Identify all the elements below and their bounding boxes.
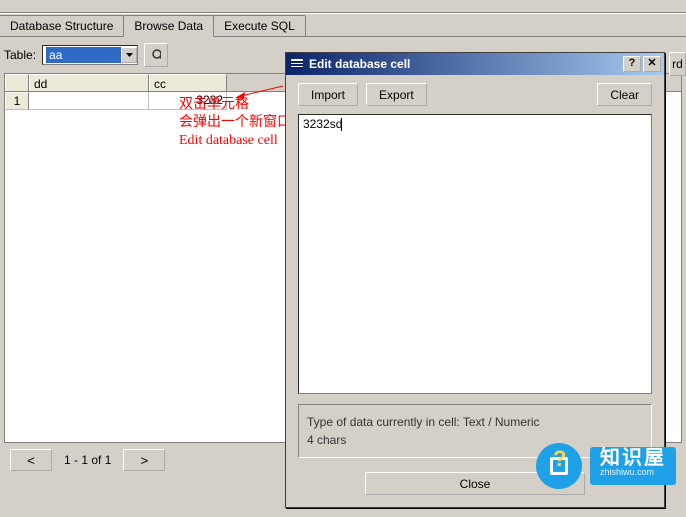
annotation-line-1: 双击单元格 [179,96,291,114]
import-button[interactable]: Import [298,83,358,106]
search-icon [151,48,161,62]
logo-en: zhishiwu.com [600,465,666,479]
grid-row-number: 1 [5,92,29,110]
cell-editor-content: 3232sd [303,117,342,131]
annotation-text: 双击单元格 会弹出一个新窗口 Edit database cell [179,96,291,150]
dialog-toolbar: Import Export Clear [286,75,664,114]
dialog-titlebar[interactable]: Edit database cell ? ✕ [286,53,664,75]
cell-editor[interactable]: 3232sd [298,114,652,394]
pager-prev-button[interactable]: < [10,449,52,471]
text-caret [341,118,342,131]
pager-info: 1 - 1 of 1 [58,453,117,467]
table-dropdown-value: aa [46,47,121,63]
help-button[interactable]: ? [623,56,641,72]
app-icon [289,57,305,71]
table-dropdown[interactable]: aa [42,45,138,65]
tab-browse-data[interactable]: Browse Data [123,15,214,37]
grid-cell-dd[interactable] [29,92,149,110]
close-icon[interactable]: ✕ [643,56,661,72]
annotation-line-3: Edit database cell [179,132,291,150]
dialog-title: Edit database cell [309,57,410,71]
logo-badge: ? [536,443,582,489]
search-button[interactable] [144,43,168,67]
tab-database-structure[interactable]: Database Structure [0,15,124,36]
annotation-line-2: 会弹出一个新窗口 [179,114,291,132]
partial-button[interactable]: rd [669,52,686,76]
watermark-logo: ? 知识屋 zhishiwu.com [536,443,676,489]
edit-cell-dialog: Edit database cell ? ✕ Import Export Cle… [285,52,665,508]
logo-text: 知识屋 zhishiwu.com [590,447,676,485]
table-label: Table: [4,48,36,62]
logo-cn: 知识屋 [600,451,666,465]
grid-header-rownum [5,74,29,91]
pager-next-button[interactable]: > [123,449,165,471]
toolbar-fragment [0,0,686,13]
grid-header-col-dd[interactable]: dd [29,74,149,91]
clear-button[interactable]: Clear [597,83,652,106]
tab-bar: Database Structure Browse Data Execute S… [0,13,686,37]
export-button[interactable]: Export [366,83,427,106]
status-type-line: Type of data currently in cell: Text / N… [307,413,643,431]
chevron-down-icon[interactable] [121,47,137,63]
tab-execute-sql[interactable]: Execute SQL [213,15,306,36]
grid-header-col-cc[interactable]: cc [149,74,227,91]
